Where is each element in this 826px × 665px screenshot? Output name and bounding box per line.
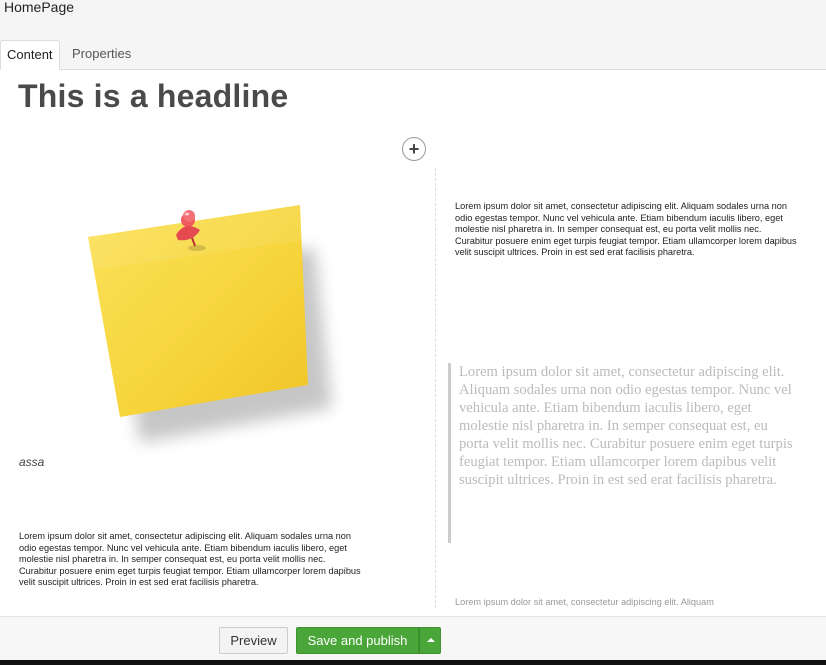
window-edge	[0, 660, 826, 665]
sticky-note-illustration	[88, 205, 332, 443]
image-caption: assa	[19, 455, 45, 469]
sticky-note-image[interactable]	[60, 180, 380, 455]
tab-bar: Content Properties	[0, 40, 826, 70]
page-title: HomePage	[4, 0, 75, 15]
right-paragraph-bottom[interactable]: Lorem ipsum dolor sit amet, consectetur …	[455, 597, 800, 609]
top-bar: HomePage	[0, 0, 826, 40]
tab-content[interactable]: Content	[0, 40, 60, 70]
left-paragraph[interactable]: Lorem ipsum dolor sit amet, consectetur …	[19, 531, 364, 589]
quote-block[interactable]: Lorem ipsum dolor sit amet, consectetur …	[448, 363, 793, 543]
right-paragraph[interactable]: Lorem ipsum dolor sit amet, consectetur …	[455, 201, 800, 259]
column-divider	[435, 168, 436, 608]
save-and-publish-button[interactable]: Save and publish	[296, 627, 419, 654]
publish-options-button[interactable]	[419, 627, 441, 654]
preview-button[interactable]: Preview	[219, 627, 288, 654]
add-row-button[interactable]: +	[402, 137, 426, 161]
caret-up-icon	[427, 638, 435, 642]
quote-text: Lorem ipsum dolor sit amet, consectetur …	[459, 364, 793, 488]
tab-properties[interactable]: Properties	[62, 40, 141, 68]
headline[interactable]: This is a headline	[18, 78, 288, 115]
bottom-action-bar: Preview Save and publish	[0, 616, 826, 661]
